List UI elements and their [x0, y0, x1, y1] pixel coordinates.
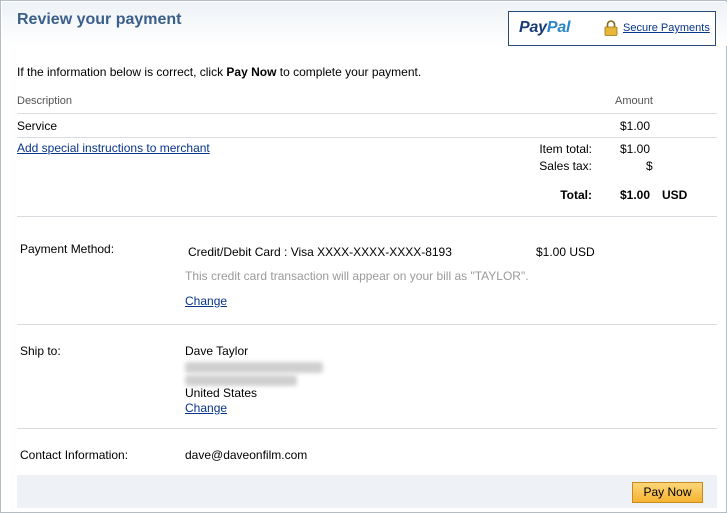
divider — [17, 324, 717, 325]
column-header-amount: Amount — [615, 95, 653, 107]
item-total-value: $1.00 — [620, 142, 651, 156]
divider — [17, 428, 717, 429]
intro-pay-now: Pay Now — [226, 65, 277, 79]
lock-icon — [604, 20, 618, 36]
contact-email: dave@daveonfilm.com — [185, 448, 308, 462]
billing-note: This credit card transaction will appear… — [185, 269, 529, 283]
intro-before: If the information below is correct, cli… — [17, 65, 227, 79]
paypal-logo-pal: Pal — [546, 19, 571, 36]
paypal-logo: PayPal — [519, 19, 571, 37]
paypal-box: PayPal Secure Payments — [508, 11, 716, 46]
contact-label: Contact Information: — [20, 448, 129, 462]
pay-now-button[interactable]: Pay Now — [632, 482, 703, 503]
divider — [17, 113, 717, 114]
ship-name: Dave Taylor — [185, 344, 249, 358]
total-label: Total: — [560, 188, 592, 202]
ship-to-label: Ship to: — [20, 344, 61, 358]
item-total-label: Item total: — [539, 142, 592, 156]
payment-amount: $1.00 USD — [536, 245, 595, 259]
payment-card: Credit/Debit Card : Visa XXXX-XXXX-XXXX-… — [188, 245, 452, 259]
footer-band — [17, 475, 717, 508]
divider — [17, 216, 717, 217]
change-address-link[interactable]: Change — [185, 401, 227, 415]
address-line-1 — [185, 362, 323, 373]
item-description: Service — [17, 119, 58, 133]
ship-country: United States — [185, 386, 258, 400]
total-currency: USD — [662, 188, 688, 202]
column-header-description: Description — [17, 95, 73, 107]
page-title: Review your payment — [17, 11, 182, 28]
sales-tax-label: Sales tax: — [539, 159, 592, 173]
item-amount: $1.00 — [620, 119, 651, 133]
sales-tax-value: $ — [646, 159, 653, 173]
payment-review-frame: Review your payment PayPal Secure Paymen… — [0, 0, 727, 513]
address-line-2 — [185, 375, 297, 386]
add-instructions-link[interactable]: Add special instructions to merchant — [17, 141, 210, 155]
divider — [17, 137, 717, 138]
intro-text: If the information below is correct, cli… — [17, 65, 421, 79]
paypal-logo-pay: Pay — [519, 19, 547, 36]
intro-after: to complete your payment. — [276, 65, 422, 79]
total-value: $1.00 — [620, 188, 651, 202]
payment-method-label: Payment Method: — [20, 242, 115, 256]
secure-payments-link[interactable]: Secure Payments — [623, 22, 710, 34]
change-payment-link[interactable]: Change — [185, 294, 227, 308]
